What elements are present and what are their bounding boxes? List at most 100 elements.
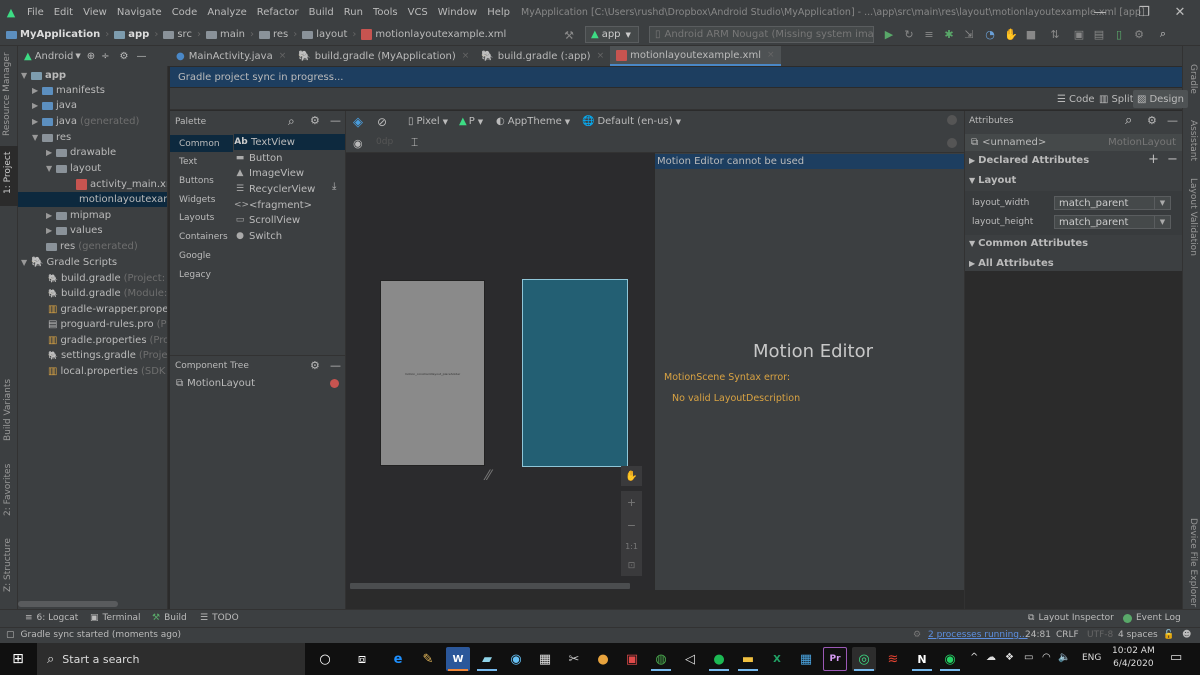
battery-icon[interactable]: ▭ — [1024, 652, 1033, 663]
tool-logcat[interactable]: ≡ 6: Logcat — [25, 613, 78, 623]
tree-item-java[interactable]: ▶ java — [32, 98, 77, 113]
common-attributes-section[interactable]: ▼ Common Attributes — [969, 238, 1088, 249]
tool-layout-inspector[interactable]: ⧉ Layout Inspector — [1028, 613, 1114, 623]
inspector-icon[interactable]: ☻ — [1182, 630, 1191, 640]
tree-item-build-gradle-project[interactable]: 🐘build.gradle(Project: MyApplication) — [48, 271, 167, 286]
lock-icon[interactable]: 🔓 — [1163, 630, 1174, 640]
app-icon[interactable]: ● — [591, 647, 615, 671]
settings-gear-icon[interactable]: ⚙ — [120, 51, 129, 62]
stop-icon[interactable]: ■ — [1024, 27, 1038, 41]
notion-icon[interactable]: N — [910, 647, 934, 671]
remove-attribute-icon[interactable]: − — [1167, 152, 1178, 167]
tree-item-local-properties[interactable]: ▥local.properties(SDK Location) — [48, 364, 167, 379]
unity-icon[interactable]: ◁ — [678, 647, 702, 671]
steam-icon[interactable]: ◉ — [504, 647, 528, 671]
sync-project-icon[interactable]: ⇅ — [1048, 27, 1062, 41]
close-tab-icon[interactable]: × — [597, 51, 605, 61]
palette-search-icon[interactable]: ⌕ — [288, 114, 295, 129]
palette-category-google[interactable]: Google — [170, 247, 233, 264]
orientation-icon[interactable]: ⊘ — [377, 115, 387, 129]
scroll-from-source-icon[interactable]: ⊕ — [87, 51, 95, 62]
palette-category-common[interactable]: Common — [170, 135, 233, 152]
palette-hide-icon[interactable]: — — [330, 114, 341, 127]
chevron-down-icon[interactable]: ▼ — [1154, 216, 1170, 228]
language-indicator[interactable]: ENG — [1082, 653, 1101, 663]
todo-app-icon[interactable]: ▣ — [620, 647, 644, 671]
tree-item-values[interactable]: ▶ values — [46, 223, 103, 238]
tree-item-motionlayoutexample[interactable]: motionlayoutexample.xml — [18, 192, 167, 207]
spotify-icon[interactable]: ● — [707, 647, 731, 671]
palette-category-widgets[interactable]: Widgets — [170, 191, 233, 208]
volume-icon[interactable]: 🔈 — [1058, 652, 1070, 663]
tool-project[interactable]: 1: Project — [3, 152, 13, 194]
notepad-icon[interactable]: ▰ — [475, 647, 499, 671]
menu-code[interactable]: Code — [167, 7, 203, 18]
apply-changes-icon[interactable]: ↻ — [902, 27, 916, 41]
terminal-icon[interactable]: ▣ — [1072, 27, 1086, 41]
all-attributes-section[interactable]: ▶ All Attributes — [969, 258, 1054, 269]
tree-item-settings-gradle[interactable]: 🐘settings.gradle(Project Settings) — [48, 348, 167, 363]
declared-attributes-section[interactable]: ▶ Declared Attributes — [969, 155, 1089, 166]
breadcrumb-project[interactable]: MyApplication — [0, 29, 103, 40]
component-tree-item-motionlayout[interactable]: ⧉ MotionLayout — [176, 378, 255, 389]
attributes-settings-icon[interactable]: ⚙ — [1147, 114, 1157, 127]
apply-code-changes-icon[interactable]: ≡ — [922, 27, 936, 41]
layout-width-field[interactable]: match_parent ▼ — [1054, 196, 1171, 210]
code-mode-button[interactable]: ☰ Code — [1053, 90, 1099, 108]
tree-item-res-generated[interactable]: res (generated) — [46, 239, 138, 254]
menu-build[interactable]: Build — [304, 7, 339, 18]
menu-file[interactable]: File — [22, 7, 49, 18]
snipping-tool-icon[interactable]: ✂ — [562, 647, 586, 671]
menu-window[interactable]: Window — [433, 7, 482, 18]
attributes-hide-icon[interactable]: — — [1167, 114, 1178, 127]
dp-margin-icon[interactable]: 0dp — [376, 137, 393, 147]
download-icon[interactable]: ⤓ — [332, 181, 336, 192]
breadcrumb-src[interactable]: src — [160, 29, 195, 40]
search-everywhere-icon[interactable]: ⌕ — [1156, 27, 1170, 41]
zoom-out-icon[interactable]: − — [627, 519, 636, 532]
design-preview[interactable]: motion_constraintlayout_placeholder — [380, 280, 485, 466]
file-explorer-icon[interactable]: ▬ — [736, 647, 760, 671]
menu-navigate[interactable]: Navigate — [112, 7, 167, 18]
palette-item-textview[interactable]: Ab TextView — [234, 134, 345, 150]
tree-item-res[interactable]: ▼ res — [32, 130, 71, 145]
android-studio-icon[interactable]: ◎ — [852, 647, 876, 671]
warnings-icon[interactable] — [947, 115, 957, 125]
tree-item-build-gradle-module[interactable]: 🐘build.gradle(Module: app) — [48, 286, 167, 301]
tree-item-drawable[interactable]: ▶ drawable — [46, 145, 116, 160]
device-dropdown[interactable]: ▯ Pixel ▼ — [408, 116, 448, 127]
taskbar-search[interactable]: ⌕ Start a search — [37, 643, 305, 675]
edge-icon[interactable]: e — [386, 647, 410, 671]
error-icon[interactable] — [330, 379, 339, 388]
view-options-eye-icon[interactable]: ◉ — [353, 137, 363, 150]
calendar-icon[interactable]: ▦ — [794, 647, 818, 671]
resize-handle-icon[interactable]: ⁄⁄ — [486, 468, 491, 484]
close-tab-icon[interactable]: × — [279, 51, 287, 61]
attributes-search-icon[interactable]: ⌕ — [1125, 113, 1132, 128]
project-view-selector[interactable]: ▲ Android ▼ ⊕ ÷ ⚙ — — [18, 46, 170, 66]
menu-tools[interactable]: Tools — [368, 7, 403, 18]
premiere-icon[interactable]: Pr — [823, 647, 847, 671]
palette-category-buttons[interactable]: Buttons — [170, 172, 233, 189]
tree-item-proguard[interactable]: ▤proguard-rules.pro(ProGuard Rules for a… — [48, 317, 167, 332]
menu-refactor[interactable]: Refactor — [252, 7, 304, 18]
breadcrumb-main[interactable]: main — [203, 29, 248, 40]
tool-gradle[interactable]: Gradle — [1188, 64, 1198, 94]
minimize-button[interactable]: — — [1080, 0, 1120, 24]
menu-analyze[interactable]: Analyze — [202, 7, 251, 18]
layout-height-field[interactable]: match_parent ▼ — [1054, 215, 1171, 229]
palette-item-recyclerview[interactable]: ☰ RecyclerView — [234, 181, 315, 197]
add-attribute-icon[interactable]: + — [1148, 152, 1159, 167]
component-tree-settings-icon[interactable]: ⚙ — [310, 359, 320, 372]
run-icon[interactable]: ▶ — [882, 27, 896, 41]
tool-todo[interactable]: ☰ TODO — [200, 613, 239, 623]
tool-build-variants[interactable]: Build Variants — [3, 379, 13, 441]
tool-event-log[interactable]: Event Log — [1123, 613, 1181, 623]
whatsapp-icon[interactable]: ◉ — [938, 647, 962, 671]
palette-settings-icon[interactable]: ⚙ — [310, 114, 320, 127]
project-horizontal-scrollbar[interactable] — [18, 601, 118, 607]
design-mode-button[interactable]: ▨ Design — [1133, 90, 1188, 108]
palette-category-text[interactable]: Text — [170, 153, 233, 170]
status-message[interactable]: ▢ Gradle sync started (moments ago) — [6, 630, 181, 640]
chevron-down-icon[interactable]: ▼ — [1154, 197, 1170, 209]
